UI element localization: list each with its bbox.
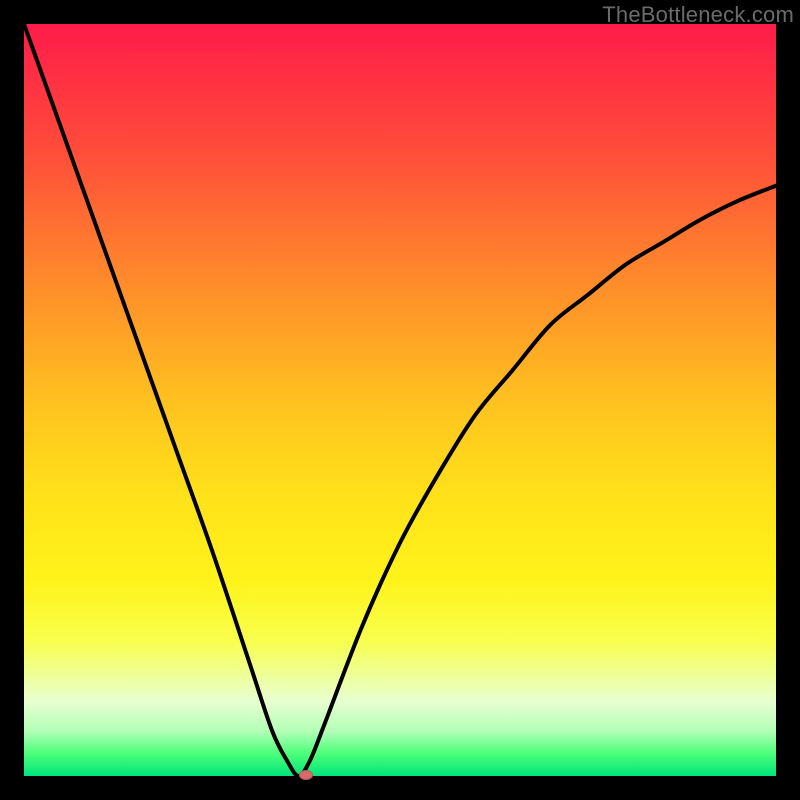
chart-area (24, 24, 776, 776)
bottleneck-curve (24, 24, 776, 776)
minimum-marker (299, 770, 313, 780)
